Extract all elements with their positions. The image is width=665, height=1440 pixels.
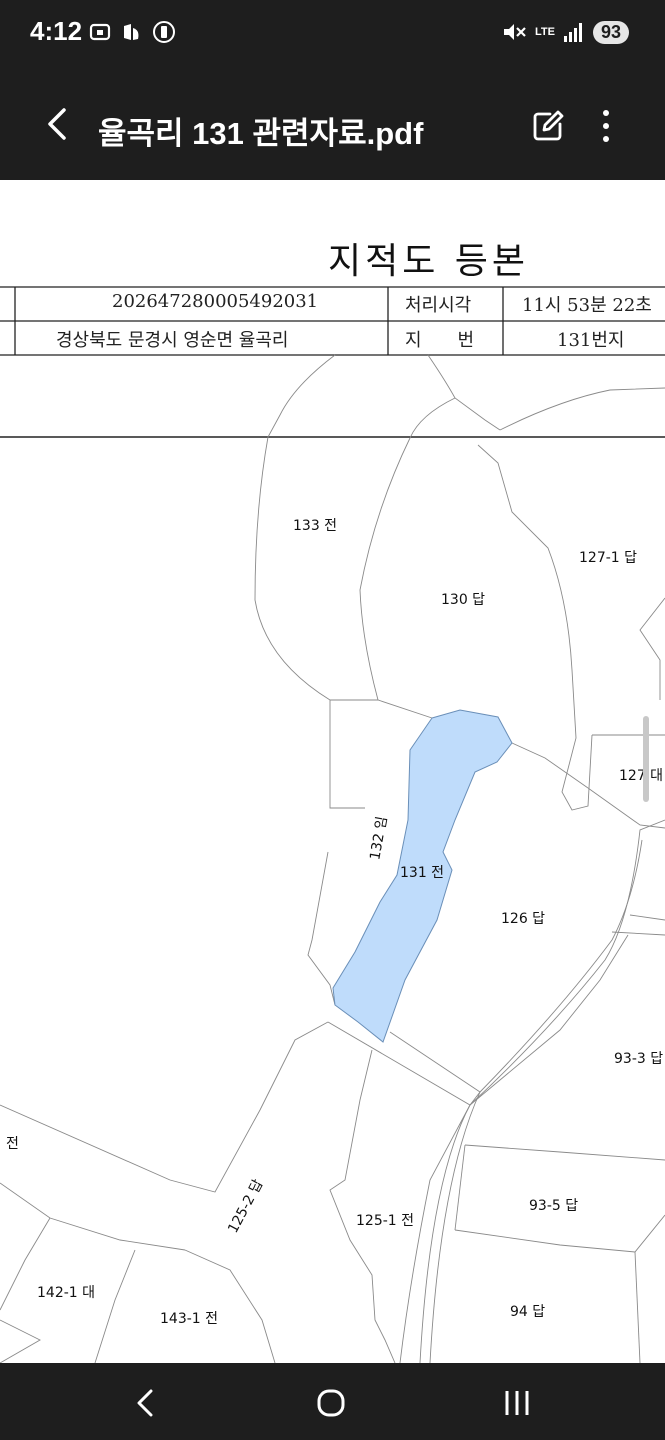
battery-saver-icon xyxy=(153,21,175,43)
parcel-label-93-3: 93-3 답 xyxy=(614,1051,664,1067)
parcel-label-130: 130 답 xyxy=(441,592,486,608)
system-nav-bar xyxy=(0,1363,665,1440)
parcel-label-143-1: 143-1 전 xyxy=(160,1311,219,1327)
parcel-label-93-5: 93-5 답 xyxy=(529,1198,579,1214)
network-type-label: LTE xyxy=(535,26,555,38)
app-notification-icon xyxy=(124,24,139,40)
location: 경상북도 문경시 영순면 율곡리 xyxy=(56,330,289,351)
scrollbar-thumb[interactable] xyxy=(643,716,649,802)
parcel-label-142-1: 142-1 대 xyxy=(37,1285,96,1301)
nav-back-icon[interactable] xyxy=(125,1383,165,1423)
edit-icon[interactable] xyxy=(530,108,566,144)
parcel-label-127-1: 127-1 답 xyxy=(579,550,638,566)
app-bar: 율곡리 131 관련자료.pdf xyxy=(0,68,665,180)
parcel-label-94: 94 답 xyxy=(510,1304,546,1320)
status-bar: 4:12 LTE 93 xyxy=(0,0,665,68)
parcel-label-jeon: 전 xyxy=(6,1136,19,1152)
status-time: 4:12 xyxy=(30,16,83,46)
lot-label: 지 번 xyxy=(405,330,475,351)
mute-icon xyxy=(504,24,526,40)
nav-home-icon[interactable] xyxy=(311,1383,351,1423)
back-button[interactable] xyxy=(38,104,78,144)
pdf-page[interactable]: 지적도 등본 202647280005492031 처리시각 11시 53분 2… xyxy=(0,180,665,1363)
parcel-label-126: 126 답 xyxy=(501,911,546,927)
nav-recents-icon[interactable] xyxy=(497,1383,537,1423)
processing-time-value: 11시 53분 22초 xyxy=(522,295,652,316)
lot-value: 131번지 xyxy=(557,330,625,351)
more-options-icon[interactable] xyxy=(592,108,620,144)
parcel-label-133: 133 전 xyxy=(293,518,338,534)
cadastral-map xyxy=(0,286,665,1363)
issue-number: 202647280005492031 xyxy=(112,291,319,312)
signal-icon xyxy=(563,23,582,42)
document-filename: 율곡리 131 관련자료.pdf xyxy=(98,116,424,151)
parcel-label-125-1: 125-1 전 xyxy=(356,1213,415,1229)
screenshot-icon xyxy=(89,23,111,41)
processing-time-label: 처리시각 xyxy=(405,295,472,316)
parcel-label-131: 131 전 xyxy=(400,865,445,881)
battery-indicator: 93 xyxy=(592,20,629,44)
parcel-label-127: 127 대 xyxy=(619,768,664,784)
